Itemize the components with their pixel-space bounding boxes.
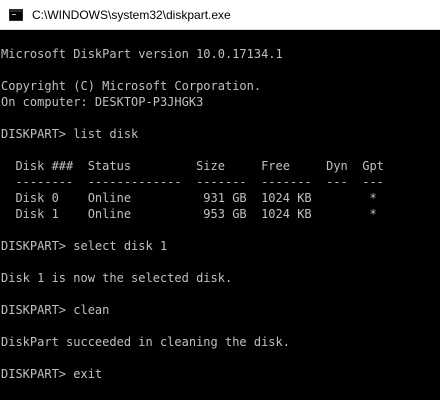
disk-table-row: Disk 1 Online 953 GB 1024 KB * — [1, 207, 377, 221]
window-title: C:\WINDOWS\system32\diskpart.exe — [32, 7, 231, 22]
console-command-select-disk: DISKPART> select disk 1 — [1, 239, 168, 253]
console-output[interactable]: Microsoft DiskPart version 10.0.17134.1 … — [0, 30, 440, 400]
console-output-selected: Disk 1 is now the selected disk. — [1, 271, 233, 285]
console-output-clean-success: DiskPart succeeded in cleaning the disk. — [1, 335, 290, 349]
console-line-version: Microsoft DiskPart version 10.0.17134.1 — [1, 47, 283, 61]
console-command-exit: DISKPART> exit — [1, 367, 103, 381]
console-command-list-disk: DISKPART> list disk — [1, 127, 139, 141]
console-app-icon[interactable] — [9, 8, 23, 21]
console-line-copyright: Copyright (C) Microsoft Corporation. — [1, 79, 262, 93]
disk-table-row: Disk 0 Online 931 GB 1024 KB * — [1, 191, 377, 205]
console-line-computer: On computer: DESKTOP-P3JHGK3 — [1, 95, 204, 109]
disk-table-header: Disk ### Status Size Free Dyn Gpt — [1, 159, 384, 173]
title-bar[interactable]: C:\WINDOWS\system32\diskpart.exe — [0, 0, 440, 30]
diskpart-window: C:\WINDOWS\system32\diskpart.exe Microso… — [0, 0, 440, 400]
disk-table-separator: -------- ------------- ------- ------- -… — [1, 175, 384, 189]
console-command-clean: DISKPART> clean — [1, 303, 110, 317]
